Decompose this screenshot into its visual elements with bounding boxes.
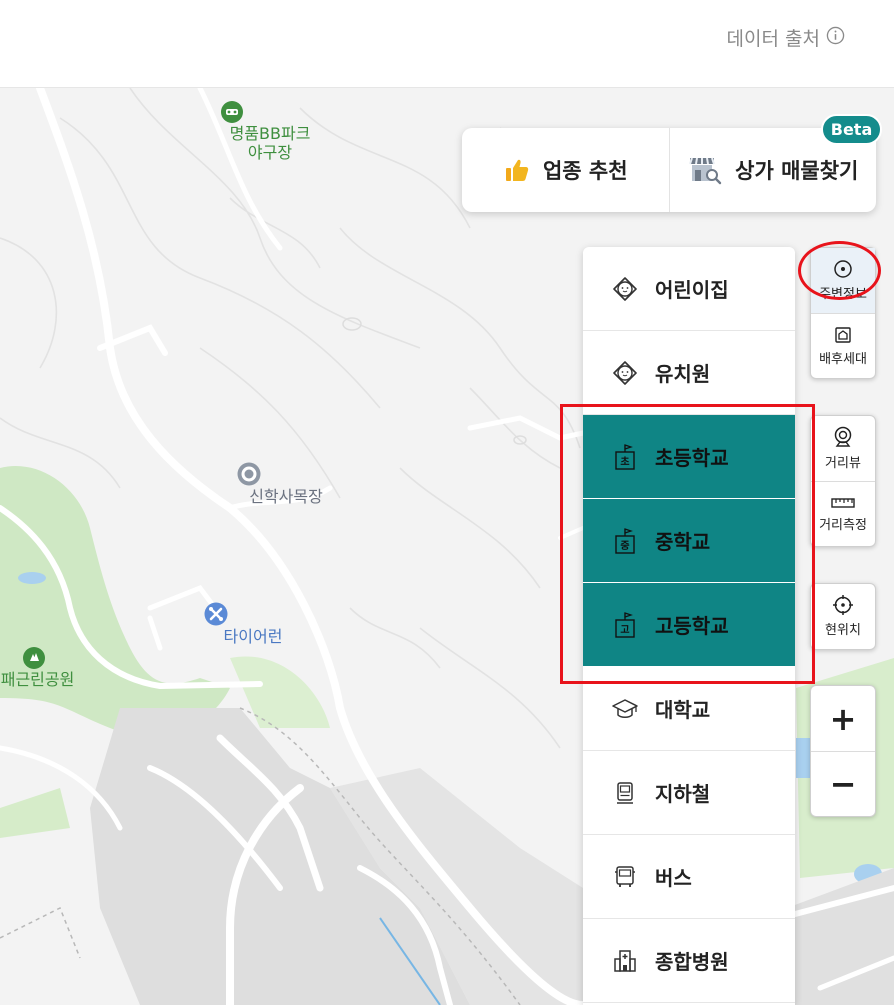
facility-label: 초등학교 bbox=[655, 446, 729, 470]
facility-label: 지하철 bbox=[655, 782, 711, 806]
top-bar: 데이터 출처 bbox=[0, 0, 894, 88]
nearby-info-button[interactable]: 주변정보 bbox=[811, 248, 875, 313]
facility-label: 고등학교 bbox=[655, 614, 729, 638]
street-view-label: 거리뷰 bbox=[825, 456, 861, 471]
tool-group-location: 현위치 bbox=[810, 583, 876, 650]
poi-park[interactable]: 실패근린공원 bbox=[0, 646, 96, 689]
my-location-button[interactable]: 현위치 bbox=[811, 584, 875, 649]
data-source-label: 데이터 출처 bbox=[726, 28, 820, 50]
bus-icon bbox=[611, 863, 639, 891]
business-recommend-button[interactable]: 업종 추천 bbox=[462, 128, 669, 212]
crosshair-icon bbox=[833, 595, 853, 615]
ruler-icon bbox=[831, 497, 855, 508]
business-recommend-label: 업종 추천 bbox=[542, 159, 628, 183]
facility-item-subway[interactable]: 지하철 bbox=[583, 751, 795, 835]
poi-label: 명품BB파크 bbox=[229, 124, 311, 143]
place-pin-icon bbox=[237, 462, 261, 486]
zoom-out-button[interactable]: − bbox=[811, 751, 875, 816]
subway-icon bbox=[611, 779, 639, 807]
street-view-button[interactable]: 거리뷰 bbox=[811, 416, 875, 481]
store-search-label: 상가 매물찾기 bbox=[735, 159, 859, 183]
app-root: 데이터 출처 명품BB파크 야구장 신학사목장 타이어런 패근린공원 업종 추천… bbox=[0, 0, 894, 1005]
facility-item-bus[interactable]: 버스 bbox=[583, 835, 795, 919]
high-badge: 고 bbox=[620, 624, 629, 636]
baby-face-icon bbox=[611, 359, 639, 387]
facility-item-high-school[interactable]: 고 고등학교 bbox=[583, 583, 795, 667]
street-view-icon bbox=[834, 426, 852, 447]
zoom-in-button[interactable]: + bbox=[811, 686, 875, 751]
my-location-label: 현위치 bbox=[825, 623, 861, 638]
store-search-icon bbox=[689, 157, 722, 185]
poi-place[interactable]: 신학사목장 bbox=[236, 461, 336, 506]
nearby-info-label: 주변정보 bbox=[819, 287, 867, 302]
repair-shop-icon bbox=[204, 602, 228, 626]
distance-measure-button[interactable]: 거리측정 bbox=[811, 481, 875, 546]
household-icon bbox=[835, 326, 851, 343]
hospital-icon bbox=[611, 947, 639, 975]
business-panel: 업종 추천 상가 매물찾기 bbox=[462, 128, 876, 212]
poi-label-sub: 야구장 bbox=[247, 143, 293, 162]
middle-school-icon: 중 bbox=[611, 527, 639, 555]
facility-item-daycare[interactable]: 어린이집 bbox=[583, 247, 795, 331]
graduation-cap-icon bbox=[611, 695, 639, 723]
facility-label: 종합병원 bbox=[655, 950, 729, 974]
elementary-badge: 초 bbox=[620, 455, 629, 468]
facility-label: 버스 bbox=[655, 866, 692, 890]
distance-measure-label: 거리측정 bbox=[819, 517, 867, 533]
baby-face-icon bbox=[611, 275, 639, 303]
poi-label: 실패근린공원 bbox=[0, 670, 75, 689]
household-button[interactable]: 배후세대 bbox=[811, 313, 875, 378]
baseball-field-icon bbox=[221, 101, 243, 123]
poi-repair-shop[interactable]: 타이어런 bbox=[203, 601, 303, 646]
facility-list: 어린이집 유치원 초 초등학교 중 중학교 고 고등학교 대학교 지하철 버스 … bbox=[583, 247, 795, 1005]
high-school-icon: 고 bbox=[611, 611, 639, 639]
household-label: 배후세대 bbox=[819, 351, 867, 367]
park-tree-icon bbox=[23, 647, 45, 669]
facility-label: 유치원 bbox=[655, 362, 711, 386]
nearby-info-icon bbox=[834, 260, 852, 278]
facility-item-middle-school[interactable]: 중 중학교 bbox=[583, 499, 795, 583]
facility-item-university[interactable]: 대학교 bbox=[583, 667, 795, 751]
poi-baseball-field[interactable]: 명품BB파크 야구장 bbox=[220, 100, 320, 162]
poi-label: 신학사목장 bbox=[249, 487, 323, 506]
facility-label: 어린이집 bbox=[655, 278, 729, 302]
facility-item-elementary-school[interactable]: 초 초등학교 bbox=[583, 415, 795, 499]
middle-badge: 중 bbox=[620, 540, 629, 552]
thumbs-up-icon bbox=[505, 159, 529, 181]
facility-item-hospital[interactable]: 종합병원 bbox=[583, 919, 795, 1003]
facility-label: 중학교 bbox=[655, 530, 711, 554]
facility-item-kindergarten[interactable]: 유치원 bbox=[583, 331, 795, 415]
poi-label: 타이어런 bbox=[223, 627, 283, 646]
beta-badge: Beta bbox=[821, 114, 882, 145]
elementary-school-icon: 초 bbox=[611, 443, 639, 471]
zoom-controls: + − bbox=[810, 685, 876, 817]
tool-group-info: 주변정보 배후세대 bbox=[810, 247, 876, 379]
tool-group-view: 거리뷰 거리측정 bbox=[810, 415, 876, 547]
info-icon[interactable] bbox=[826, 26, 845, 45]
facility-label: 대학교 bbox=[655, 698, 711, 722]
